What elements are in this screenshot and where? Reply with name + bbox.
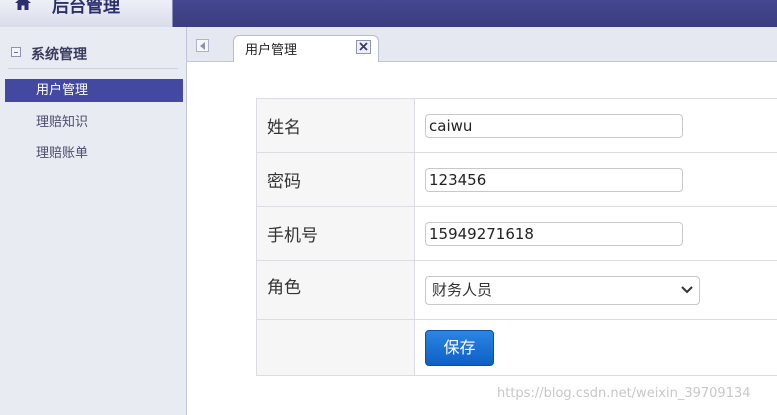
sidebar-item-claims-knowledge[interactable]: 理赔知识 (5, 111, 183, 134)
tab-scroll-left-icon[interactable] (196, 39, 209, 52)
phone-label: 手机号 (256, 206, 415, 261)
home-icon (15, 0, 31, 10)
watermark: https://blog.csdn.net/weixin_39709134 (497, 386, 751, 401)
password-input[interactable] (425, 167, 683, 192)
role-select-value: 财务人员 (432, 280, 493, 299)
sidebar: 系统管理 用户管理 理赔知识 理赔账单 (0, 27, 187, 415)
sidebar-group-header[interactable]: 系统管理 (0, 41, 186, 67)
top-bar: 后台管理 (0, 0, 777, 27)
phone-input[interactable] (425, 221, 683, 246)
chevron-down-icon (681, 285, 693, 293)
app-title: 后台管理 (52, 0, 120, 17)
form-row-role: 角色 财务人员 (256, 260, 777, 320)
form-row-password: 密码 (256, 152, 777, 207)
tab-label: 用户管理 (245, 43, 298, 58)
user-form: 姓名 密码 手机号 角色 财务人员 保存 (256, 98, 777, 376)
name-label: 姓名 (256, 98, 415, 153)
form-row-phone: 手机号 (256, 206, 777, 261)
collapse-icon[interactable] (11, 47, 21, 57)
name-input[interactable] (425, 113, 683, 138)
tab-strip: 用户管理 (187, 27, 777, 62)
empty-label-cell (256, 319, 415, 376)
password-label: 密码 (256, 152, 415, 207)
save-button[interactable]: 保存 (425, 329, 494, 366)
brand-area: 后台管理 (0, 0, 173, 27)
role-select[interactable]: 财务人员 (425, 275, 700, 305)
form-row-name: 姓名 (256, 98, 777, 153)
tab-user-management[interactable]: 用户管理 (233, 35, 379, 62)
sidebar-divider (8, 68, 178, 69)
form-row-actions: 保存 (256, 319, 777, 376)
close-icon[interactable] (356, 40, 371, 54)
role-label: 角色 (256, 260, 415, 320)
sidebar-item-user-management[interactable]: 用户管理 (5, 79, 183, 102)
sidebar-item-claims-bill[interactable]: 理赔账单 (5, 142, 183, 165)
sidebar-group-label: 系统管理 (31, 47, 87, 63)
